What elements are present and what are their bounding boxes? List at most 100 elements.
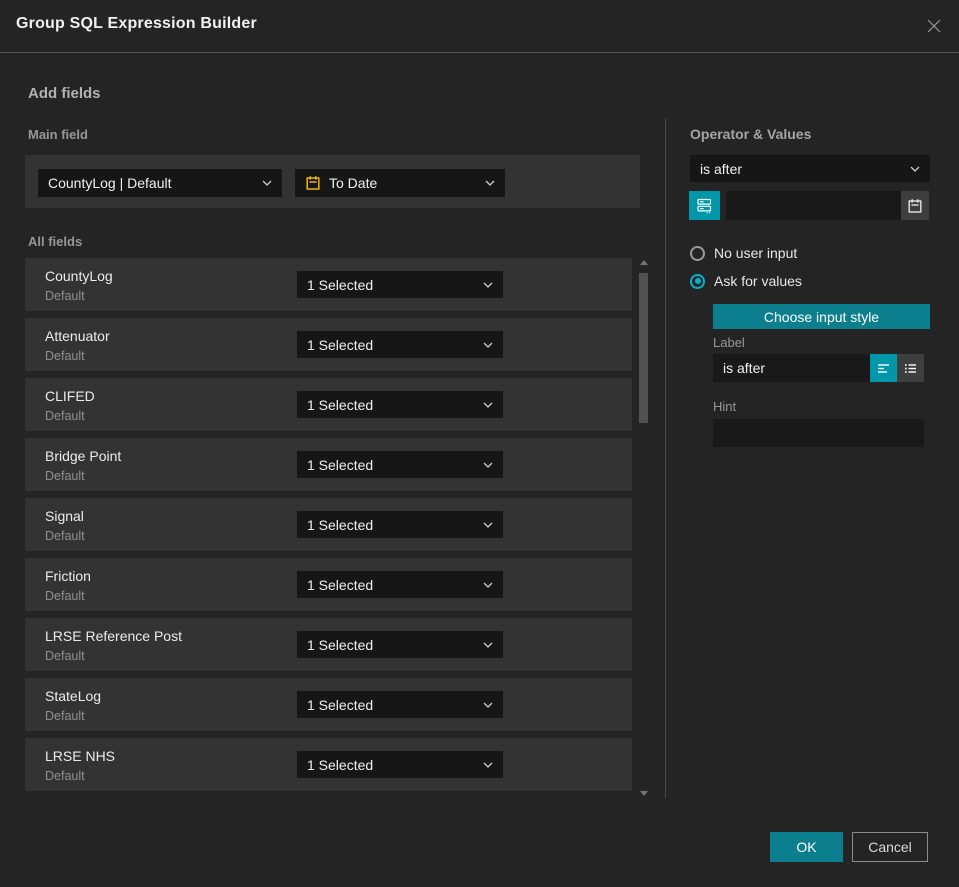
field-name: Attenuator: [45, 328, 110, 344]
close-icon: [927, 19, 941, 33]
text-lines-icon: [878, 363, 889, 373]
field-selected-value: 1 Selected: [307, 576, 374, 593]
field-sublabel: Default: [45, 289, 85, 303]
field-selected-dropdown[interactable]: 1 Selected: [297, 571, 503, 598]
close-button[interactable]: [923, 15, 945, 37]
field-selected-value: 1 Selected: [307, 516, 374, 533]
field-sublabel: Default: [45, 769, 85, 783]
chevron-down-icon: [483, 702, 493, 708]
field-row: CLIFED Default 1 Selected: [25, 378, 632, 431]
operator-select[interactable]: is after: [690, 155, 930, 182]
cancel-button[interactable]: Cancel: [852, 832, 928, 862]
chevron-down-icon: [483, 342, 493, 348]
field-sublabel: Default: [45, 349, 85, 363]
title-bar: Group SQL Expression Builder: [0, 0, 959, 53]
chevron-down-icon: [483, 522, 493, 528]
calendar-icon: [908, 198, 922, 213]
radio-circle-icon: [690, 245, 705, 261]
field-selected-dropdown[interactable]: 1 Selected: [297, 631, 503, 658]
scrollbar-down-arrow-icon[interactable]: [640, 791, 648, 796]
main-field-date-value: To Date: [329, 175, 378, 191]
chevron-down-icon: [483, 462, 493, 468]
field-row: Friction Default 1 Selected: [25, 558, 632, 611]
scrollbar-up-arrow-icon[interactable]: [640, 260, 648, 265]
field-selected-value: 1 Selected: [307, 756, 374, 773]
field-sublabel: Default: [45, 709, 85, 723]
value-input[interactable]: [726, 191, 901, 220]
chevron-down-icon: [910, 166, 920, 172]
field-name: CountyLog: [45, 268, 113, 284]
hint-caption: Hint: [713, 399, 737, 414]
field-selected-value: 1 Selected: [307, 696, 374, 713]
list-scrollbar[interactable]: [637, 258, 651, 798]
radio-circle-selected-icon: [690, 273, 705, 289]
field-selected-dropdown[interactable]: 1 Selected: [297, 331, 503, 358]
radio-no-user-input-label: No user input: [714, 245, 798, 261]
field-row: Attenuator Default 1 Selected: [25, 318, 632, 371]
chevron-down-icon: [483, 282, 493, 288]
choose-input-style-button[interactable]: Choose input style: [713, 304, 930, 329]
chevron-down-icon: [262, 180, 272, 186]
field-sublabel: Default: [45, 529, 85, 543]
main-field-select[interactable]: CountyLog | Default: [38, 169, 282, 197]
all-fields-list: CountyLog Default 1 Selected Attenuator …: [25, 258, 632, 798]
main-field-band: CountyLog | Default To Date: [25, 155, 640, 208]
label-input[interactable]: [713, 354, 870, 382]
hint-input[interactable]: [713, 419, 924, 447]
field-name: LRSE NHS: [45, 748, 116, 764]
label-caption: Label: [713, 335, 745, 350]
field-selected-value: 1 Selected: [307, 396, 374, 413]
scrollbar-thumb[interactable]: [639, 273, 648, 423]
field-selected-dropdown[interactable]: 1 Selected: [297, 691, 503, 718]
field-selected-value: 1 Selected: [307, 336, 374, 353]
field-name: StateLog: [45, 688, 102, 704]
field-sublabel: Default: [45, 469, 85, 483]
field-row: StateLog Default 1 Selected: [25, 678, 632, 731]
date-picker-button[interactable]: [901, 191, 929, 220]
field-row: CountyLog Default 1 Selected: [25, 258, 632, 311]
field-selected-dropdown[interactable]: 1 Selected: [297, 391, 503, 418]
chevron-down-icon: [485, 180, 495, 186]
main-field-select-value: CountyLog | Default: [48, 175, 172, 191]
ok-button[interactable]: OK: [770, 832, 843, 862]
field-row: Signal Default 1 Selected: [25, 498, 632, 551]
chevron-down-icon: [483, 762, 493, 768]
operator-values-heading: Operator & Values: [690, 126, 812, 142]
field-selected-value: 1 Selected: [307, 456, 374, 473]
add-fields-heading: Add fields: [28, 85, 101, 102]
chevron-down-icon: [483, 402, 493, 408]
all-fields-label: All fields: [28, 234, 83, 249]
field-sublabel: Default: [45, 649, 85, 663]
field-name: Friction: [45, 568, 91, 584]
dialog-title: Group SQL Expression Builder: [16, 15, 257, 32]
radio-ask-for-values[interactable]: Ask for values: [690, 273, 802, 289]
field-selected-dropdown[interactable]: 1 Selected: [297, 751, 503, 778]
field-name: Signal: [45, 508, 84, 524]
field-selected-dropdown[interactable]: 1 Selected: [297, 271, 503, 298]
chevron-down-icon: [483, 642, 493, 648]
group-sql-expression-builder-dialog: Group SQL Expression Builder Add fields …: [0, 0, 959, 887]
field-name: CLIFED: [45, 388, 95, 404]
set-from-values-button[interactable]: [689, 191, 720, 220]
main-field-date-select[interactable]: To Date: [295, 169, 505, 197]
field-sublabel: Default: [45, 589, 85, 603]
list-input-style-toggle[interactable]: [897, 354, 924, 382]
chevron-down-icon: [483, 582, 493, 588]
field-row: Bridge Point Default 1 Selected: [25, 438, 632, 491]
field-row: LRSE NHS Default 1 Selected: [25, 738, 632, 791]
field-selected-dropdown[interactable]: 1 Selected: [297, 451, 503, 478]
field-selected-dropdown[interactable]: 1 Selected: [297, 511, 503, 538]
date-field-icon: [305, 175, 321, 191]
bullet-list-icon: [905, 363, 916, 373]
field-name: LRSE Reference Post: [45, 628, 182, 644]
field-selected-value: 1 Selected: [307, 276, 374, 293]
panel-divider: [665, 118, 666, 798]
field-row: LRSE Reference Post Default 1 Selected: [25, 618, 632, 671]
field-name: Bridge Point: [45, 448, 122, 464]
radio-no-user-input[interactable]: No user input: [690, 245, 797, 261]
main-field-label: Main field: [28, 127, 88, 142]
single-input-style-toggle[interactable]: [870, 354, 897, 382]
field-selected-value: 1 Selected: [307, 636, 374, 653]
value-list-icon: [697, 198, 712, 214]
field-sublabel: Default: [45, 409, 85, 423]
